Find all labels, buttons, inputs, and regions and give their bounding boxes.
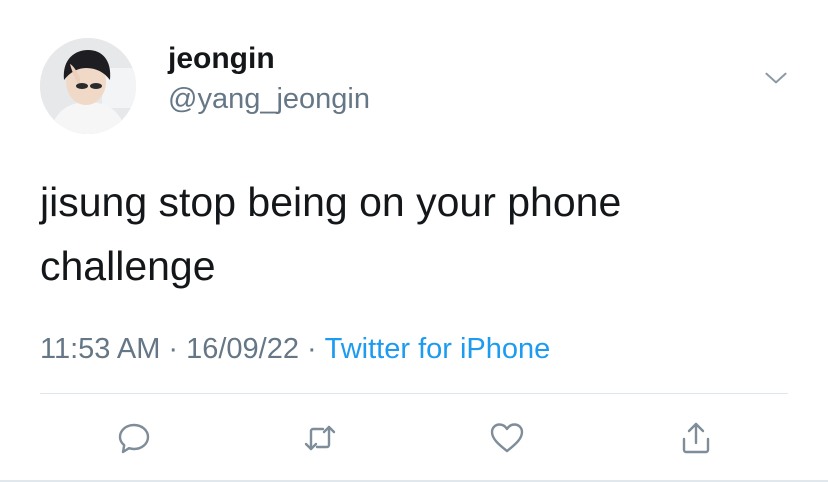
retweet-icon xyxy=(304,425,336,451)
tweet-meta: 11:53 AM · 16/09/22 · Twitter for iPhone xyxy=(40,333,550,366)
share-icon xyxy=(682,422,710,454)
meta-separator: · xyxy=(306,333,317,365)
heart-icon xyxy=(490,423,524,453)
share-button[interactable] xyxy=(674,416,718,460)
reply-icon xyxy=(118,423,150,454)
tweet-date: 16/09/22 xyxy=(186,333,299,365)
tweet-text: jisung stop being on your phone challeng… xyxy=(40,179,622,289)
like-button[interactable] xyxy=(485,416,529,460)
tweet-source-link[interactable]: Twitter for iPhone xyxy=(325,333,551,365)
user-handle[interactable]: @yang_jeongin xyxy=(168,83,370,116)
avatar-photo xyxy=(40,38,136,134)
avatar[interactable] xyxy=(40,38,136,134)
tweet-card: jeongin @yang_jeongin jisung stop being … xyxy=(0,0,828,482)
tweet-time: 11:53 AM xyxy=(40,333,161,365)
display-name[interactable]: jeongin xyxy=(168,42,275,76)
chevron-down-icon xyxy=(765,72,787,84)
meta-separator: · xyxy=(168,333,179,365)
retweet-button[interactable] xyxy=(298,416,342,460)
more-options-button[interactable] xyxy=(760,62,792,94)
reply-button[interactable] xyxy=(112,416,156,460)
divider xyxy=(40,393,788,394)
